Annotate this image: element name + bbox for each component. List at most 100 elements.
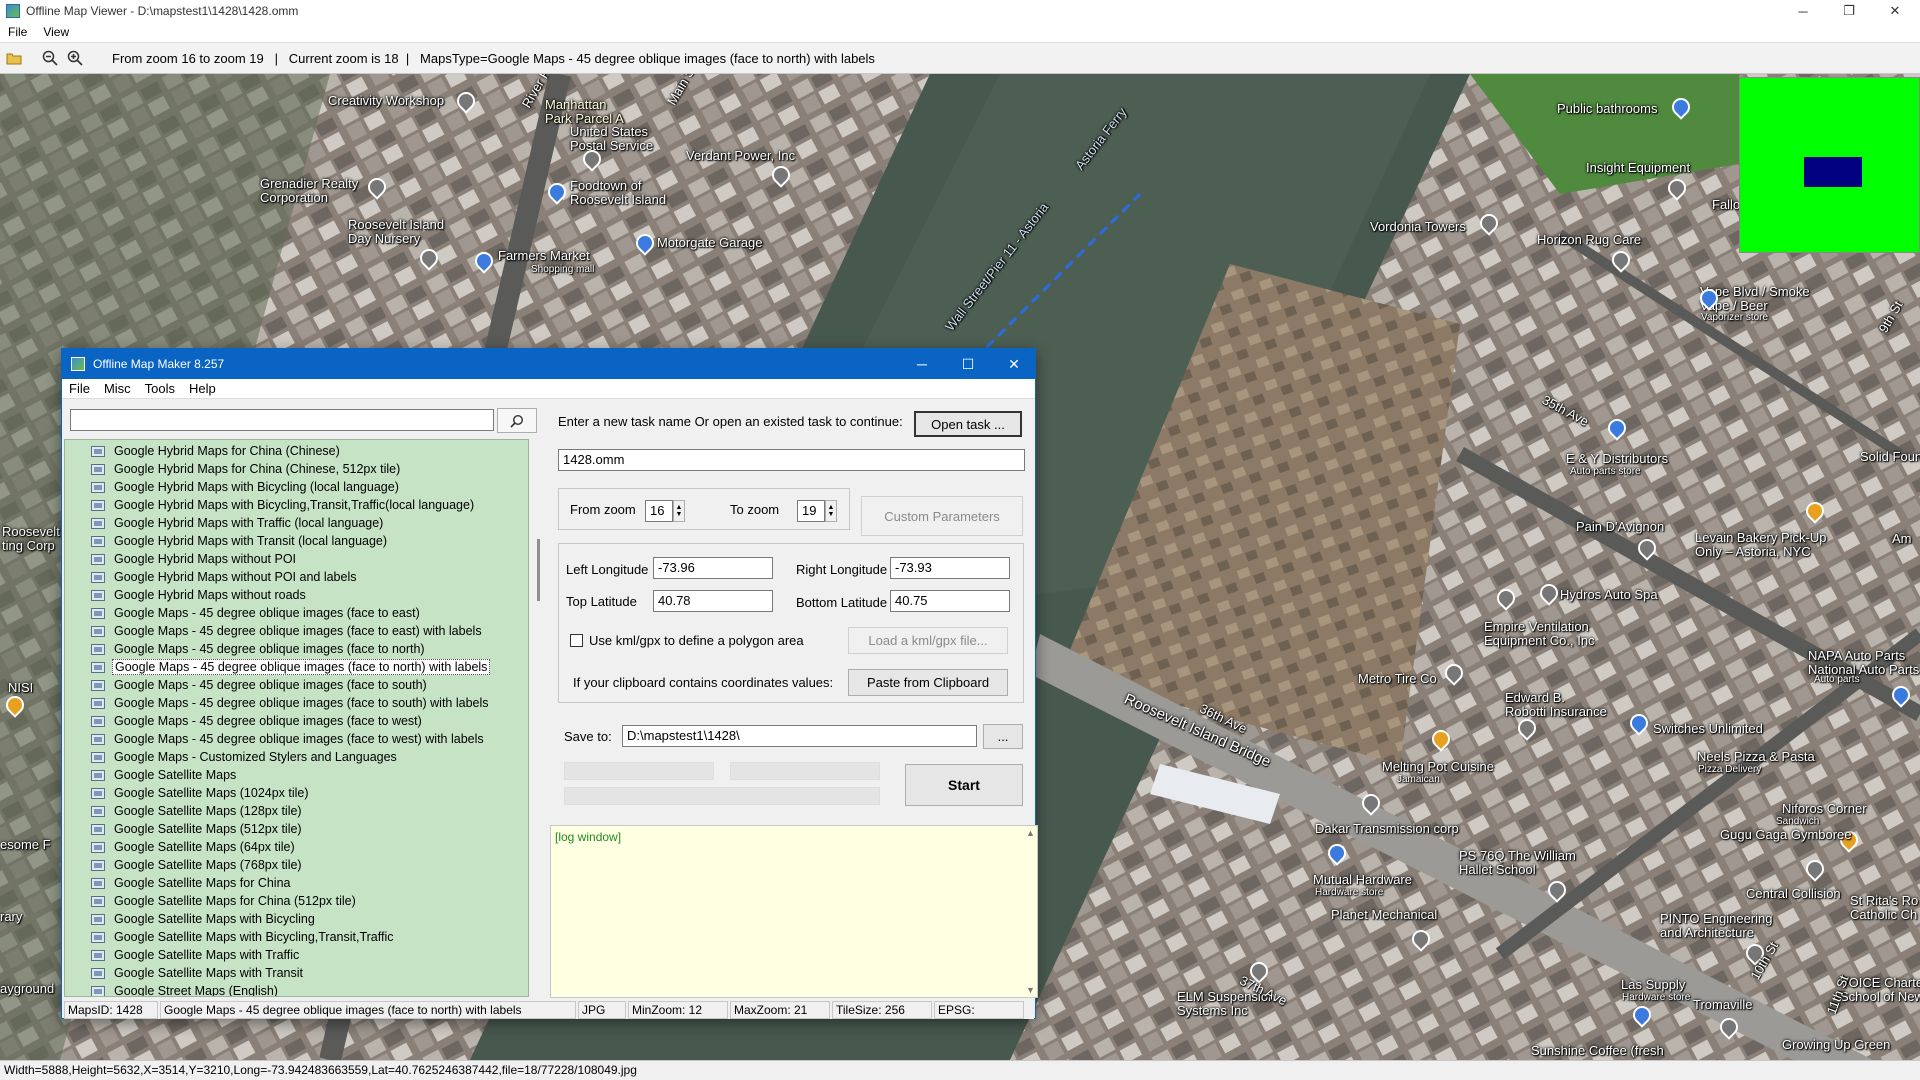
tree-item-label: Google Hybrid Maps with Transit (local l… [114, 534, 388, 548]
tree-item[interactable]: Google Satellite Maps for China [91, 874, 292, 892]
menu-misc[interactable]: Misc [97, 381, 138, 396]
tree-item[interactable]: Google Maps - 45 degree oblique images (… [91, 658, 491, 676]
tree-item[interactable]: Google Satellite Maps with Bicycling [91, 910, 317, 928]
open-folder-icon[interactable] [3, 47, 25, 69]
tree-item[interactable]: Google Satellite Maps (128px tile) [91, 802, 304, 820]
tree-item[interactable]: Google Satellite Maps with Traffic [91, 946, 301, 964]
tree-item[interactable]: Google Hybrid Maps with Bicycling,Transi… [91, 496, 476, 514]
tree-item[interactable]: Google Satellite Maps (1024px tile) [91, 784, 311, 802]
map-type-icon [91, 661, 105, 673]
map-label: Manhattan Park Parcel A [545, 97, 624, 126]
to-zoom-stepper[interactable]: ▲ ▼ [825, 500, 837, 522]
log-scrollbar[interactable]: ▲ ▼ [1023, 826, 1037, 997]
tree-item[interactable]: Google Hybrid Maps with Traffic (local l… [91, 514, 385, 532]
tree-item[interactable]: Google Maps - 45 degree oblique images (… [91, 712, 424, 730]
scrollbar-thumb[interactable] [537, 539, 540, 601]
menu-help[interactable]: Help [182, 381, 223, 396]
tree-item[interactable]: Google Street Maps (English) [91, 982, 280, 996]
to-zoom-input[interactable]: 19 [797, 500, 825, 522]
map-label: Grenadier Realty Corporation [260, 176, 359, 205]
map-label: PINTO Engineering and Architecture [1660, 911, 1773, 940]
map-type-icon [91, 985, 105, 996]
tree-item[interactable]: Google Satellite Maps (768px tile) [91, 856, 304, 874]
tree-item[interactable]: Google Satellite Maps (512px tile) [91, 820, 304, 838]
tree-item[interactable]: Google Hybrid Maps without roads [91, 586, 308, 604]
menu-view[interactable]: View [35, 25, 77, 39]
close-icon[interactable]: ✕ [991, 349, 1037, 379]
open-task-button[interactable]: Open task ... [914, 411, 1022, 437]
tree-item-label: Google Satellite Maps (64px tile) [114, 840, 295, 854]
task-name-input[interactable]: 1428.omm [558, 449, 1025, 471]
tree-scrollbar[interactable] [535, 439, 545, 997]
close-icon[interactable]: ✕ [1872, 0, 1918, 22]
right-longitude-input[interactable]: -73.93 [890, 557, 1010, 579]
dialog-status-bar: MapsID: 1428 Google Maps - 45 degree obl… [64, 1001, 1034, 1019]
map-type-icon [91, 841, 105, 853]
search-button[interactable] [497, 408, 537, 433]
tree-item[interactable]: Google Hybrid Maps without POI and label… [91, 568, 359, 586]
minimize-icon[interactable]: ─ [1780, 0, 1826, 22]
start-button[interactable]: Start [905, 764, 1023, 806]
map-label: VOICE Charte School of New Yor [1840, 975, 1920, 1004]
paste-clipboard-button[interactable]: Paste from Clipboard [848, 669, 1008, 696]
load-kml-button[interactable]: Load a kml/gpx file... [848, 627, 1008, 654]
log-window[interactable]: [log window] ▲ ▼ [550, 825, 1038, 998]
from-zoom-input[interactable]: 16 [645, 500, 673, 522]
tree-item[interactable]: Google Hybrid Maps for China (Chinese, 5… [91, 460, 402, 478]
maps-type-tree[interactable]: Google Hybrid Maps for China (Chinese) Go… [64, 439, 529, 997]
tree-item[interactable]: Google Maps - 45 degree oblique images (… [91, 604, 422, 622]
map-type-icon [91, 859, 105, 871]
map-label: Shopping mall [531, 264, 595, 275]
tree-item[interactable]: Google Hybrid Maps for China (Chinese) [91, 442, 342, 460]
map-type-icon [91, 643, 105, 655]
zoom-out-icon[interactable] [39, 47, 61, 69]
tree-item[interactable]: Google Maps - 45 degree oblique images (… [91, 622, 484, 640]
tree-item[interactable]: Google Hybrid Maps without POI [91, 550, 298, 568]
map-type-icon [91, 715, 105, 727]
tree-item[interactable]: Google Satellite Maps [91, 766, 238, 784]
left-longitude-label: Left Longitude [566, 562, 649, 577]
save-to-input[interactable]: D:\mapstest1\1428\ [622, 725, 977, 747]
dialog-menu-bar: File Misc Tools Help [62, 379, 1035, 399]
menu-file[interactable]: File [0, 25, 35, 39]
tree-item[interactable]: Google Maps - 45 degree oblique images (… [91, 730, 486, 748]
from-zoom-stepper[interactable]: ▲ ▼ [673, 500, 685, 522]
custom-parameters-button[interactable]: Custom Parameters [861, 496, 1023, 536]
restore-icon[interactable]: ❐ [1826, 0, 1872, 22]
tree-item-label: Google Satellite Maps (512px tile) [114, 822, 302, 836]
menu-tools[interactable]: Tools [138, 381, 182, 396]
tree-item[interactable]: Google Hybrid Maps with Bicycling (local… [91, 478, 401, 496]
tree-item[interactable]: Google Maps - 45 degree oblique images (… [91, 676, 429, 694]
map-label: Farmers Market [498, 248, 590, 263]
map-label: Mutual Hardware [1313, 872, 1412, 887]
browse-button[interactable]: ... [983, 724, 1023, 749]
map-type-icon [91, 877, 105, 889]
menu-file[interactable]: File [62, 381, 97, 396]
tree-item[interactable]: Google Maps - Customized Stylers and Lan… [91, 748, 399, 766]
tree-item[interactable]: Google Satellite Maps with Transit [91, 964, 305, 982]
map-label: ayground [0, 981, 55, 996]
status-bar: Width=5888,Height=5632,X=3514,Y=3210,Lon… [0, 1060, 1920, 1080]
overview-minimap[interactable] [1739, 77, 1920, 253]
map-label: Creativity Workshop [328, 93, 445, 108]
minimize-icon[interactable]: ─ [899, 349, 945, 379]
tree-item[interactable]: Google Satellite Maps with Bicycling,Tra… [91, 928, 396, 946]
maps-search-input[interactable] [70, 409, 494, 431]
tree-item[interactable]: Google Maps - 45 degree oblique images (… [91, 694, 491, 712]
tree-item[interactable]: Google Satellite Maps for China (512px t… [91, 892, 358, 910]
map-label: Pizza Delivery [1698, 764, 1762, 775]
map-label: Melting Pot Cuisine [1382, 759, 1494, 774]
tree-item[interactable]: Google Maps - 45 degree oblique images (… [91, 640, 427, 658]
map-type-icon [91, 445, 105, 457]
tree-item[interactable]: Google Hybrid Maps with Transit (local l… [91, 532, 389, 550]
tree-item[interactable]: Google Satellite Maps (64px tile) [91, 838, 297, 856]
bottom-latitude-input[interactable]: 40.75 [890, 590, 1010, 612]
top-latitude-input[interactable]: 40.78 [653, 590, 773, 612]
map-type-icon [91, 967, 105, 979]
zoom-in-icon[interactable] [64, 47, 86, 69]
kml-checkbox[interactable] [570, 634, 583, 647]
tree-item-label: Google Hybrid Maps without POI [114, 552, 297, 566]
maximize-icon[interactable]: ☐ [945, 349, 991, 379]
left-longitude-input[interactable]: -73.96 [653, 557, 773, 579]
minimap-viewport[interactable] [1804, 157, 1862, 187]
